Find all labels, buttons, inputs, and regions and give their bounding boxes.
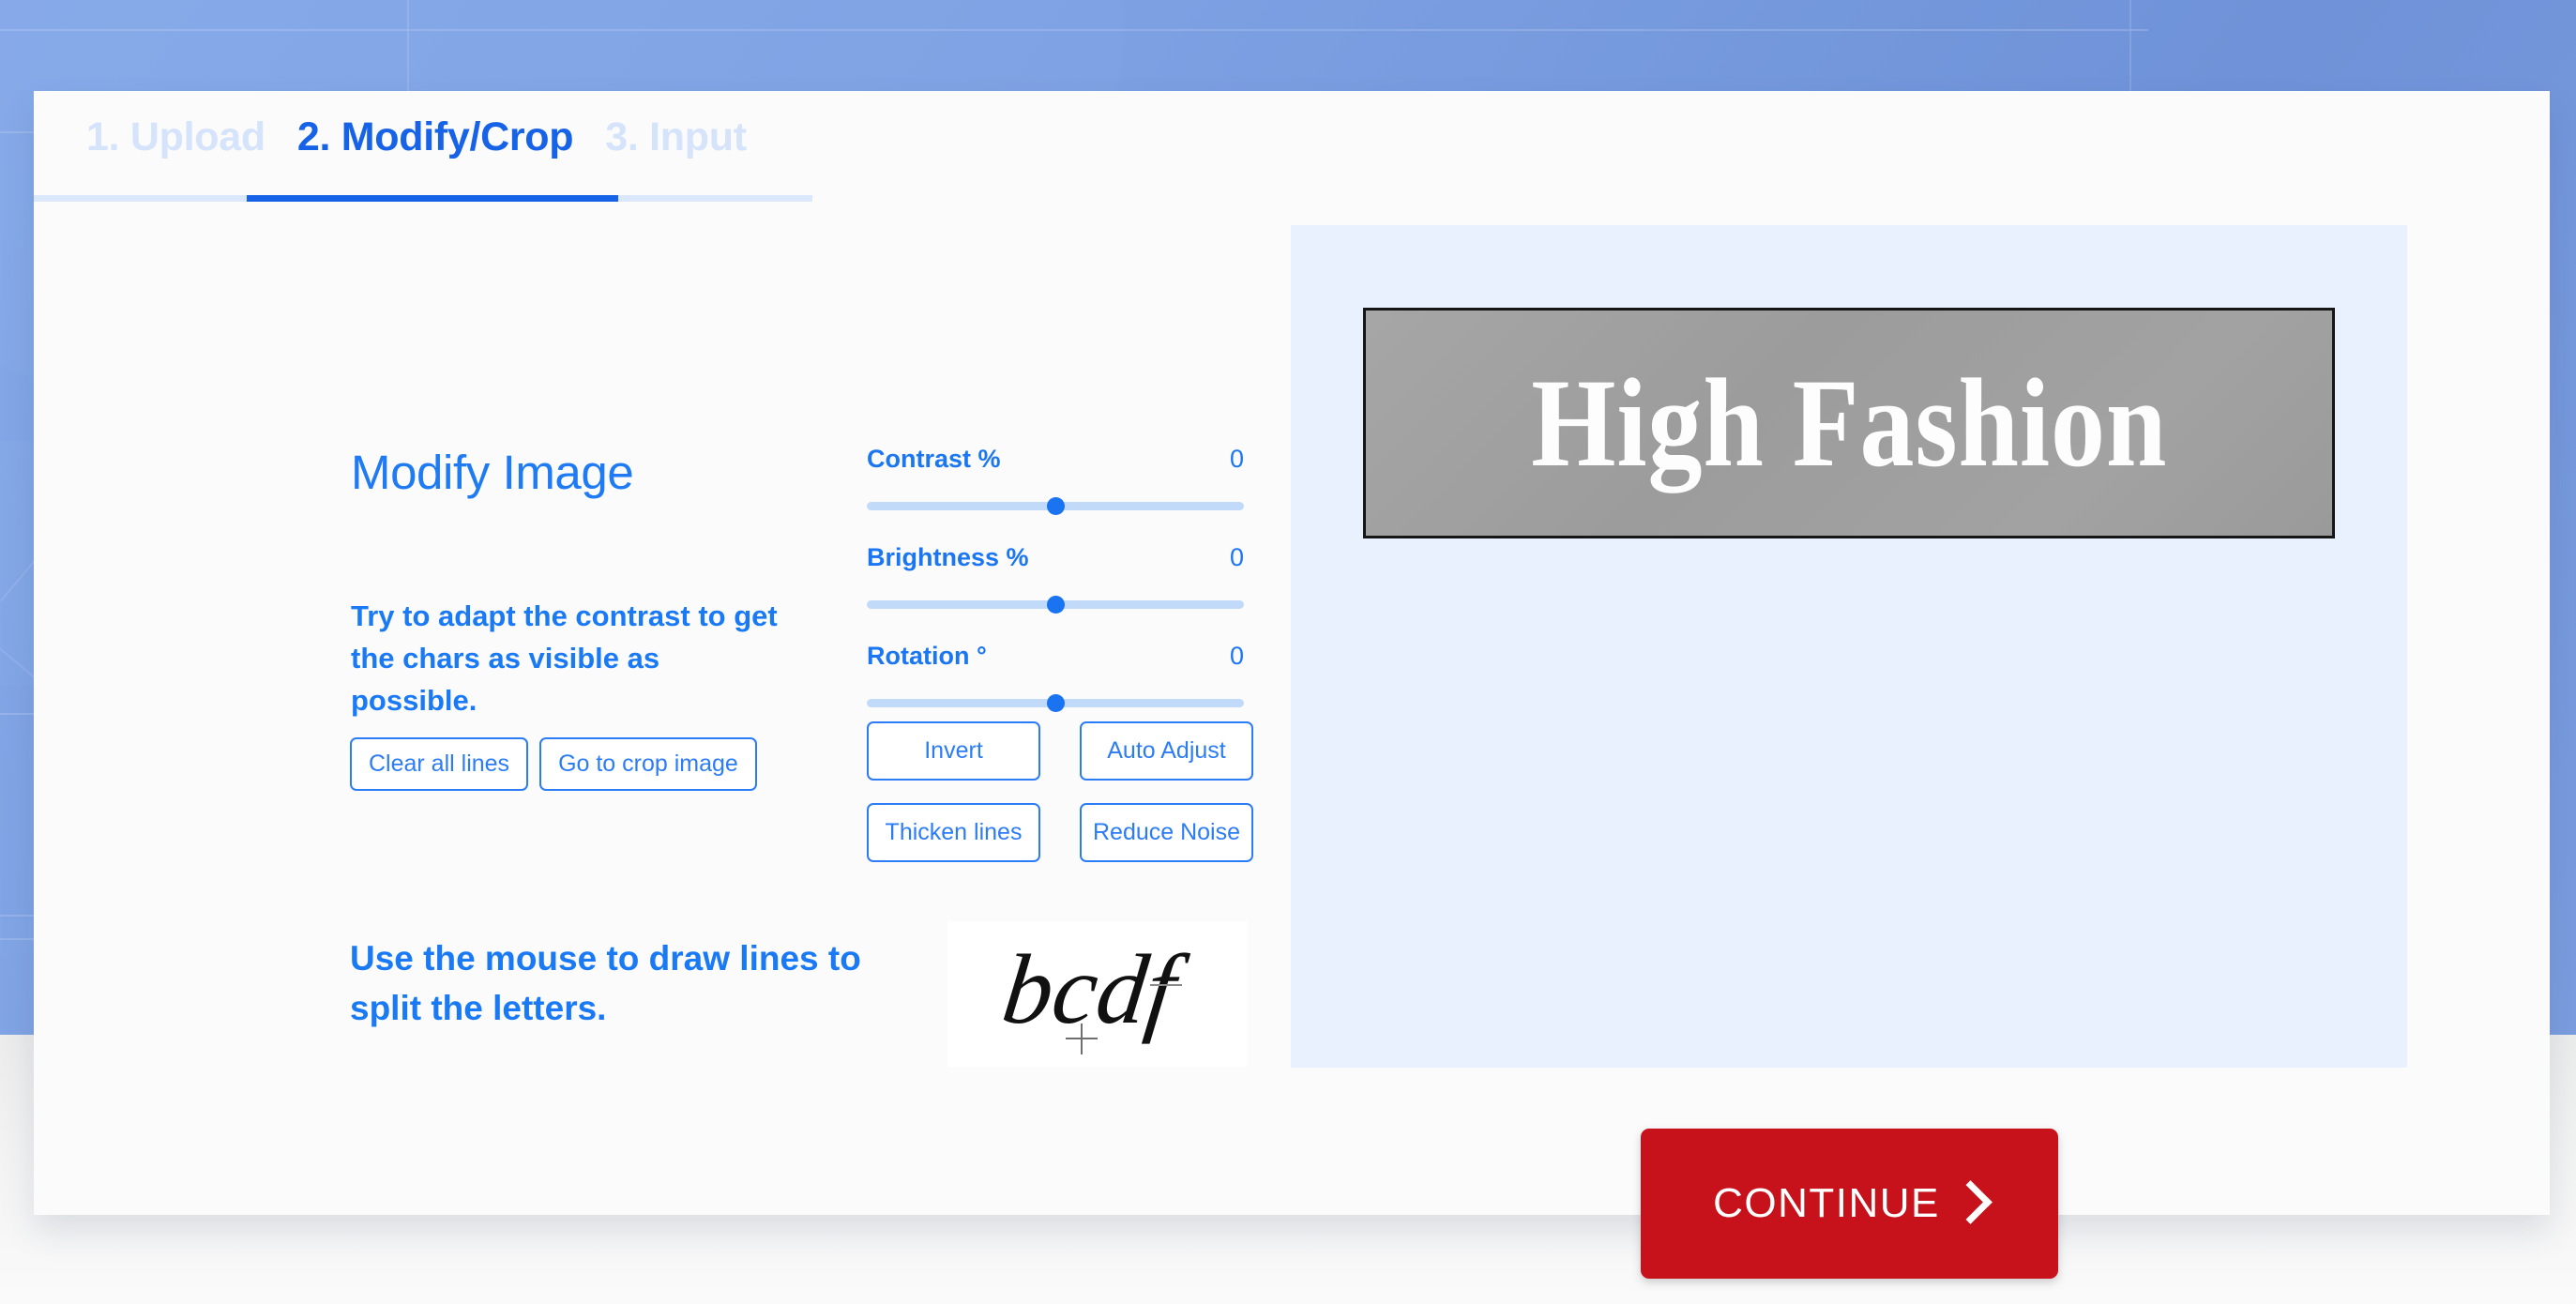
rotation-slider-value: 0 [1229,642,1244,670]
brightness-slider-group: Brightness % 0 [867,545,1244,614]
rotation-slider[interactable] [867,694,1244,712]
contrast-slider-group: Contrast % 0 [867,447,1244,515]
reduce-noise-button[interactable]: Reduce Noise [1080,803,1253,862]
go-to-crop-image-button[interactable]: Go to crop image [539,737,757,791]
uploaded-image-text: High Fashion [1530,353,2168,493]
step-tabs: 1. Upload 2. Modify/Crop 3. Input [86,117,912,176]
thicken-lines-button[interactable]: Thicken lines [867,803,1040,862]
left-button-group: Clear all lines Go to crop image [350,737,757,791]
continue-button-label: CONTINUE [1713,1180,1940,1226]
contrast-slider-thumb[interactable] [1046,497,1065,515]
contrast-slider[interactable] [867,497,1244,515]
invert-button[interactable]: Invert [867,721,1040,781]
rotation-slider-thumb[interactable] [1046,694,1065,712]
chevron-right-icon [1948,1180,1993,1224]
uploaded-image-preview[interactable]: High Fashion [1363,308,2335,538]
tab-upload[interactable]: 1. Upload [86,117,265,176]
brightness-slider-label: Brightness % [867,543,1029,571]
progress-segment-input [618,195,812,202]
modify-image-hint: Try to adapt the contrast to get the cha… [351,599,778,717]
progress-segment-upload [34,195,247,202]
sample-letters-svg: bcdf [947,921,1248,1067]
tab-input[interactable]: 3. Input [605,117,747,176]
brightness-slider-header: Brightness % 0 [867,545,1244,570]
progress-segment-modify [247,195,618,202]
contrast-slider-header: Contrast % 0 [867,447,1244,472]
adjustment-sliders: Contrast % 0 Brightness % 0 Rotation ° 0 [867,447,1244,712]
rotation-slider-group: Rotation ° 0 [867,644,1244,712]
tab-modify-crop[interactable]: 2. Modify/Crop [297,117,574,176]
rotation-slider-label: Rotation ° [867,642,987,670]
step-progress-bar [34,195,812,202]
image-action-buttons: Invert Auto Adjust Thicken lines Reduce … [867,721,1253,862]
auto-adjust-button[interactable]: Auto Adjust [1080,721,1253,781]
brightness-slider-value: 0 [1229,543,1244,571]
contrast-slider-value: 0 [1229,445,1244,473]
sample-letters-text: bcdf [997,934,1193,1045]
sample-split-letters-image: bcdf [947,921,1248,1067]
brightness-slider-thumb[interactable] [1046,596,1065,614]
page-root: 1. Upload 2. Modify/Crop 3. Input Modify… [0,0,2576,1304]
continue-button[interactable]: CONTINUE [1641,1129,2058,1279]
draw-lines-hint: Use the mouse to draw lines to split the… [350,939,861,1027]
clear-all-lines-button[interactable]: Clear all lines [350,737,529,791]
modify-image-title: Modify Image [351,446,634,499]
rotation-slider-header: Rotation ° 0 [867,644,1244,669]
contrast-slider-label: Contrast % [867,445,1001,473]
brightness-slider[interactable] [867,596,1244,614]
